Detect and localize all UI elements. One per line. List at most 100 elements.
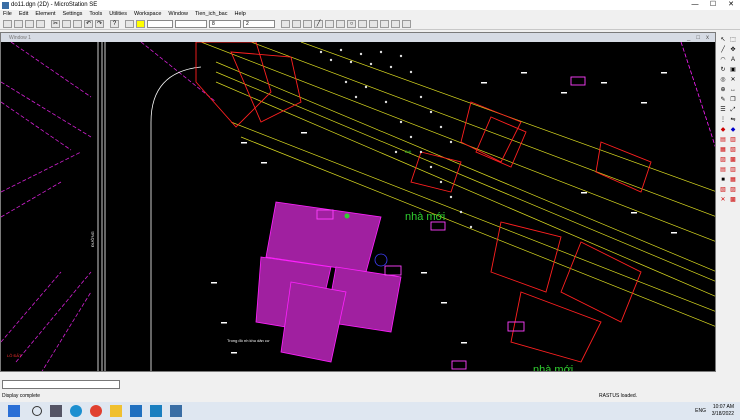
label-nha-moi-2: nhà mới — [533, 364, 573, 372]
menu-element[interactable]: Element — [35, 11, 55, 17]
close-button[interactable]: ✕ — [722, 0, 740, 10]
arc-icon[interactable] — [358, 19, 367, 28]
red-tool-icon-2[interactable]: ▤ — [719, 136, 727, 144]
line-style-select[interactable] — [175, 19, 207, 28]
fence-tool-icon[interactable]: ⬚ — [729, 36, 737, 44]
level-select[interactable] — [147, 19, 173, 28]
level-manager-icon[interactable] — [125, 19, 134, 28]
measure-icon[interactable] — [369, 19, 378, 28]
menu-utilities[interactable]: Utilities — [109, 11, 127, 17]
text-tool-icon[interactable]: A — [729, 56, 737, 64]
dimension-icon[interactable] — [391, 19, 400, 28]
menu-workspace[interactable]: Workspace — [134, 11, 161, 17]
paste-icon[interactable] — [73, 19, 82, 28]
red-tool-icon-8[interactable]: ▤ — [719, 166, 727, 174]
menu-window[interactable]: Window — [168, 11, 188, 17]
weight-select[interactable]: 8 — [209, 19, 241, 28]
drawing-canvas[interactable]: ĐƯỜNG nhà mới nhà mới Đất Trong đồ nh kh… — [1, 42, 716, 372]
layer-icon[interactable]: ☰ — [719, 106, 727, 114]
language-indicator[interactable]: ENG — [695, 408, 706, 414]
windows-start-icon[interactable] — [8, 405, 20, 417]
menu-bar: File Edit Element Settings Tools Utiliti… — [0, 10, 740, 18]
clock-time: 10:07 AM — [712, 404, 734, 410]
red-tool-icon-5[interactable]: ▧ — [729, 146, 737, 154]
reference-icon[interactable] — [402, 19, 411, 28]
red-tool-icon-11[interactable]: ▧ — [719, 186, 727, 194]
store-icon[interactable] — [150, 405, 162, 417]
new-file-icon[interactable] — [3, 19, 12, 28]
copy-tool-icon[interactable]: ❐ — [729, 96, 737, 104]
select-rect-icon[interactable] — [281, 19, 290, 28]
edge-icon[interactable] — [70, 405, 82, 417]
delete-icon[interactable]: ✕ — [729, 76, 737, 84]
menu-help[interactable]: Help — [235, 11, 246, 17]
select-arrow-icon[interactable]: ↖ — [719, 36, 727, 44]
fence-icon[interactable] — [292, 19, 301, 28]
white-small-label: Trong đồ nh khu dân cư — [227, 338, 270, 343]
cell-icon[interactable]: ▣ — [729, 66, 737, 74]
menu-tools[interactable]: Tools — [89, 11, 102, 17]
move-icon[interactable]: ✥ — [729, 46, 737, 54]
dimension-tool-icon[interactable]: ↔ — [729, 86, 737, 94]
mail-icon[interactable] — [130, 405, 142, 417]
view-window-1[interactable]: Window 1 _ □ x ĐƯỜNG nhà mới nhà mới Đất… — [0, 32, 716, 372]
zoom-icon[interactable]: ◎ — [719, 76, 727, 84]
red-tool-icon-6[interactable]: ▨ — [719, 156, 727, 164]
mirror-icon[interactable]: ⇋ — [729, 116, 737, 124]
menu-edit[interactable]: Edit — [19, 11, 28, 17]
view-close-button[interactable]: x — [706, 35, 709, 41]
red-tool-icon-4[interactable]: ▦ — [719, 146, 727, 154]
line-weight-select[interactable]: 2 — [243, 19, 275, 28]
red-tool-icon-13[interactable]: ✕ — [719, 196, 727, 204]
menu-settings[interactable]: Settings — [63, 11, 83, 17]
modify-icon[interactable]: ✎ — [719, 96, 727, 104]
place-line-icon[interactable]: ╱ — [719, 46, 727, 54]
color-icon[interactable] — [136, 19, 145, 28]
microstation-task-icon[interactable] — [170, 405, 182, 417]
arc-tool-icon[interactable]: ◠ — [719, 56, 727, 64]
open-file-icon[interactable] — [14, 19, 23, 28]
snap-icon[interactable] — [336, 19, 345, 28]
save-icon[interactable] — [25, 19, 34, 28]
menu-file[interactable]: File — [3, 11, 12, 17]
help-icon[interactable]: ? — [110, 19, 119, 28]
task-view-icon[interactable] — [50, 405, 62, 417]
scale-icon[interactable]: ⤢ — [729, 106, 737, 114]
red-tool-icon-3[interactable]: ▥ — [729, 136, 737, 144]
red-tool-icon-14[interactable]: ▩ — [729, 196, 737, 204]
status-raster: RASTUS loaded. — [599, 393, 638, 399]
tool-palette: ↖ ⬚ ╱ ✥ ◠ A ↻ ▣ ◎ ✕ ⊕ ↔ ✎ ❐ ☰ ⤢ ⋮ ⇋ ◆ ◆ … — [717, 32, 740, 232]
red-tool-icon[interactable]: ◆ — [719, 126, 727, 134]
measure-tool-icon[interactable]: ⊕ — [719, 86, 727, 94]
red-tool-icon-10[interactable]: ▦ — [729, 176, 737, 184]
red-tool-icon-9[interactable]: ▥ — [729, 166, 737, 174]
minimize-button[interactable]: — — [686, 0, 704, 10]
maximize-button[interactable]: ☐ — [704, 0, 722, 10]
array-icon[interactable]: ⋮ — [719, 116, 727, 124]
clock[interactable]: 10:07 AM 3/18/2022 — [712, 404, 734, 418]
redo-icon[interactable]: ↷ — [95, 19, 104, 28]
explorer-icon[interactable] — [110, 405, 122, 417]
key-in-field[interactable] — [2, 380, 120, 389]
rectangle-icon[interactable] — [303, 19, 312, 28]
red-tool-icon-12[interactable]: ▨ — [729, 186, 737, 194]
undo-icon[interactable]: ↶ — [84, 19, 93, 28]
line-icon[interactable]: ╱ — [314, 19, 323, 28]
black-tool-icon[interactable]: ■ — [719, 176, 727, 184]
rotate-icon[interactable]: ↻ — [719, 66, 727, 74]
red-small-label: LÔ ĐẤT — [7, 353, 22, 358]
menu-tien-ich-bac[interactable]: Tien_ich_bac — [195, 11, 228, 17]
grid-icon[interactable] — [325, 19, 334, 28]
print-icon[interactable] — [36, 19, 45, 28]
red-tool-icon-7[interactable]: ▩ — [729, 156, 737, 164]
cut-icon[interactable]: ✂ — [51, 19, 60, 28]
copy-icon[interactable] — [62, 19, 71, 28]
view-minimize-button[interactable]: _ — [687, 35, 690, 41]
chrome-icon[interactable] — [90, 405, 102, 417]
circle-icon[interactable]: ○ — [347, 19, 356, 28]
title-bar: do11.dgn (2D) - MicroStation SE — ☐ ✕ — [0, 0, 740, 10]
search-icon[interactable] — [32, 406, 42, 416]
blue-tool-icon[interactable]: ◆ — [729, 126, 737, 134]
view-maximize-button[interactable]: □ — [696, 35, 700, 41]
text-icon[interactable] — [380, 19, 389, 28]
